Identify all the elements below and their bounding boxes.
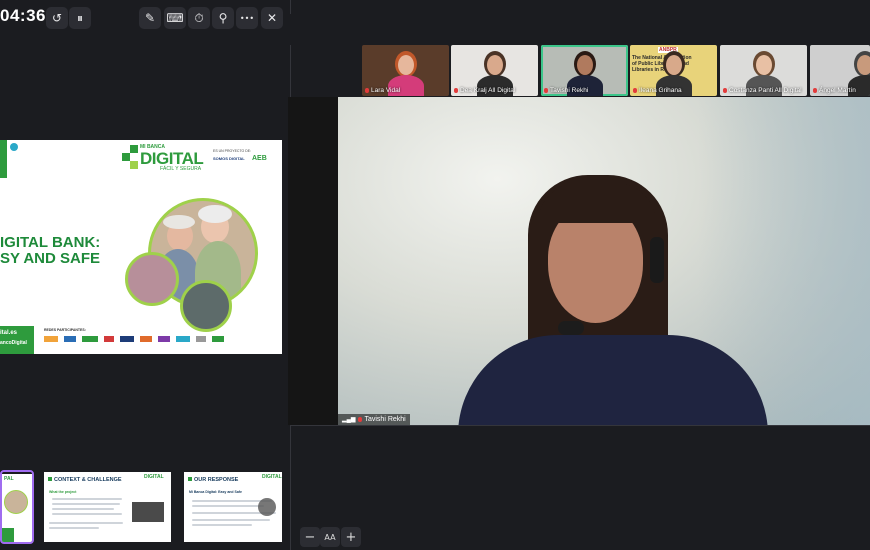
main-speaker-nametag: ▂▄▆ Tavishi Rekhi [338,414,410,425]
mic-muted-icon [723,87,727,93]
participant-name-text: Ileana Grihana [639,87,682,94]
more-icon: ••• [239,13,255,23]
text-size-button[interactable]: AA [320,527,340,547]
thumb3-title: OUR RESPONSE [194,477,239,483]
participant-name: Dea Kralj All Digital [454,87,515,94]
thumb3-brand: DIGITAL [262,474,282,480]
thumb2-image [132,502,164,522]
presentation-slide[interactable]: MI BANCA DIGITAL FÁCIL Y SEGURA ES UN PR… [0,140,282,354]
thumb2-brand: DIGITAL [144,474,164,480]
participant-name-text: Tavishi Rekhi [550,87,589,94]
signal-icon: ▂▄▆ [342,417,356,423]
participant-tile[interactable]: Lara Vidal [362,45,449,96]
stopwatch-icon: ⏱ [194,10,204,25]
mic-muted-icon [813,87,817,93]
phone-photo [125,252,179,306]
pause-button[interactable]: ⏸ [69,7,91,29]
brand-sub: FÁCIL Y SEGURA [160,166,202,172]
zoom-in-button[interactable]: + [341,527,361,547]
partner-somos: SOMOS DIGITAL [213,156,245,161]
participant-tile[interactable]: Tavishi Rekhi [541,45,628,96]
participant-face [577,55,593,75]
participant-face [398,55,414,75]
participant-name: Lara Vidal [365,87,400,94]
mic-muted-icon [365,87,369,93]
participant-tile[interactable]: The National Association of Public Libra… [630,45,717,96]
video-divider [290,425,870,426]
main-speaker-video[interactable] [338,97,870,425]
mic-muted-icon [358,417,363,422]
footer-url: ital.es [0,330,18,336]
participant-tile[interactable]: Costanza Panti All Digital [720,45,807,96]
participant-name: Costanza Panti All Digital [723,87,802,94]
annotate-button[interactable]: ✎ [139,7,161,29]
close-button[interactable]: ✕ [261,7,283,29]
history-icon: ↺ [51,11,63,25]
participant-name-text: Ángel Martín [819,87,856,94]
main-speaker-name: Tavishi Rekhi [364,416,406,423]
mic-muted-icon [633,87,637,93]
history-button[interactable]: ↺ [46,7,68,29]
participant-name-text: Lara Vidal [371,87,401,94]
participant-face [487,55,503,75]
keyboard-icon: ⌨ [166,11,184,25]
participant-face [666,55,682,75]
participant-name: Ileana Grihana [633,87,682,94]
gallery-bar [290,14,870,45]
stopwatch-button[interactable]: ⏱ [188,7,210,29]
plus-icon: + [345,529,357,545]
headset-mic [558,321,584,335]
mic-muted-icon [454,87,458,93]
zoom-out-button[interactable]: − [300,527,320,547]
participants-label: REDES PARTICIPANTES: [44,328,86,332]
participant-name: Ángel Martín [813,87,856,94]
project-label: ES UN PROYECTO DE: [213,149,252,153]
thumb3-subtitle: Mi Banca Digital: Easy and Safe [189,490,242,494]
hands-photo [180,280,232,332]
slide-title-line1: IGITAL BANK: [0,234,101,251]
participant-name-text: Costanza Panti All Digital [729,87,802,94]
mic-muted-icon [544,87,548,93]
participant-tile[interactable]: Dea Kralj All Digital [451,45,538,96]
participant-name-text: Dea Kralj All Digital [460,87,516,94]
partner-aeb: AEB [252,155,267,162]
thumb2-title: CONTEXT & CHALLENGE [54,477,122,483]
minus-icon: − [304,529,316,545]
usb-icon: ⚲ [218,11,228,25]
thumbnail-our-response[interactable]: OUR RESPONSE DIGITAL Mi Banca Digital: E… [184,472,282,542]
slide-title: IGITAL BANK: SY AND SAFE [0,235,100,267]
participant-face [756,55,772,75]
thumbnail-context-challenge[interactable]: CONTEXT & CHALLENGE DIGITAL What the pro… [44,472,171,542]
headset-earpiece [650,237,664,283]
recording-timer: 04:36 [0,6,46,25]
keyboard-button[interactable]: ⌨ [164,7,186,29]
brush-icon: ✎ [144,11,156,25]
partner-logos [44,336,276,342]
pause-icon: ⏸ [76,10,83,25]
more-button[interactable]: ••• [236,7,258,29]
thumb2-subtitle: What the project [49,490,77,494]
footer-tag: ancoDigital [0,340,27,346]
participant-tile[interactable]: Ángel Martín [810,45,870,96]
next-slide-icon[interactable] [258,498,276,516]
slide-accent [0,140,7,178]
slide-dot [10,143,18,151]
video-letterbox [288,97,338,425]
thumbnail-selected[interactable]: PAL [0,470,34,544]
thumb1-brand: PAL [4,476,14,482]
device-button[interactable]: ⚲ [212,7,234,29]
participant-face [857,55,870,75]
text-size-icon: AA [324,532,336,542]
close-icon: ✕ [266,11,278,25]
participant-name: Tavishi Rekhi [544,87,588,94]
slide-title-line2: SY AND SAFE [0,250,101,267]
